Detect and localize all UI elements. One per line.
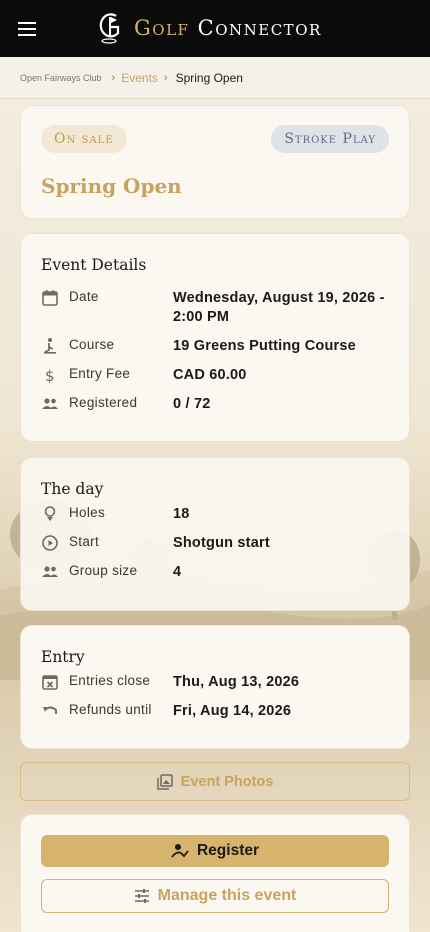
detail-label: Entries close	[69, 673, 151, 688]
detail-value: Shotgun start	[173, 535, 270, 551]
brand-golf-text: Golf	[134, 16, 190, 40]
detail-label: Holes	[69, 505, 106, 520]
detail-row-holes: Holes 18	[41, 505, 391, 523]
detail-row-start: Start Shotgun start	[41, 534, 391, 552]
event-photos-label: Event Photos	[180, 773, 274, 790]
detail-value: 19 Greens Putting Course	[173, 338, 356, 354]
person-check-icon	[171, 844, 189, 858]
section-title-details: Event Details	[41, 256, 147, 274]
register-button[interactable]: Register	[41, 835, 389, 867]
detail-label: Course	[69, 337, 115, 352]
event-photos-button[interactable]: Event Photos	[20, 762, 410, 801]
manage-event-button[interactable]: Manage this event	[41, 879, 389, 913]
detail-label: Date	[69, 289, 99, 304]
detail-row-course: Course 19 Greens Putting Course	[41, 337, 391, 355]
play-circle-icon	[41, 534, 59, 552]
breadcrumb-club[interactable]: Open Fairways Club	[20, 73, 102, 83]
breadcrumb-current: Spring Open	[175, 70, 243, 85]
detail-value: Wednesday, August 19, 2026 - 2:00 PM	[173, 290, 385, 325]
detail-row-date: Date Wednesday, August 19, 2026 - 2:00 P…	[41, 289, 391, 325]
detail-value: 4	[173, 564, 182, 580]
detail-row-group-size: Group size 4	[41, 563, 391, 581]
section-title-entry: Entry	[41, 648, 85, 666]
breadcrumb-events[interactable]: Events	[121, 71, 158, 85]
actions-card: Register Manage this event	[20, 814, 410, 932]
detail-label: Registered	[69, 395, 138, 410]
detail-label: Entry Fee	[69, 366, 131, 381]
format-badge: Stroke Play	[271, 125, 389, 153]
detail-label: Start	[69, 534, 100, 549]
detail-label: Refunds until	[69, 702, 152, 717]
sliders-icon	[134, 889, 149, 903]
menu-button[interactable]	[0, 0, 56, 57]
golf-ball-tee-icon	[41, 505, 59, 523]
group-icon	[41, 395, 59, 413]
brand[interactable]: Golf Connector	[96, 11, 322, 45]
calendar-x-icon	[41, 673, 59, 691]
detail-row-fee: $ Entry Fee CAD 60.00	[41, 366, 391, 385]
breadcrumb-separator: ›	[111, 71, 116, 84]
entry-card: Entry Entries close Thu, Aug 13, 2026 Re…	[20, 625, 410, 749]
breadcrumb-separator: ›	[163, 71, 168, 84]
brand-logo-icon	[99, 13, 120, 44]
group-icon	[41, 563, 59, 581]
calendar-icon	[41, 289, 59, 307]
menu-icon	[18, 21, 36, 36]
detail-row-entries-close: Entries close Thu, Aug 13, 2026	[41, 673, 391, 691]
page-title: Spring Open	[41, 174, 182, 198]
detail-value: Fri, Aug 14, 2026	[173, 703, 292, 719]
svg-text:$: $	[45, 367, 55, 384]
detail-row-registered: Registered 0 / 72	[41, 395, 391, 413]
breadcrumb: Open Fairways Club › Events › Spring Ope…	[0, 57, 430, 99]
detail-row-refunds: Refunds until Fri, Aug 14, 2026	[41, 702, 391, 720]
brand-name: Golf Connector	[134, 16, 322, 40]
photo-library-icon	[156, 773, 173, 790]
detail-value: CAD 60.00	[173, 367, 247, 383]
top-app-bar: Golf Connector	[0, 0, 430, 57]
golfer-icon	[41, 337, 59, 355]
event-details-card: Event Details Date Wednesday, August 19,…	[20, 233, 410, 442]
the-day-card: The day Holes 18 Start Shotgun start Gro…	[20, 457, 410, 611]
dollar-icon: $	[41, 366, 59, 385]
event-header-card: On sale Stroke Play Spring Open	[20, 105, 410, 219]
undo-icon	[41, 702, 59, 720]
section-title-day: The day	[41, 480, 104, 498]
register-label: Register	[196, 842, 260, 859]
detail-value: Thu, Aug 13, 2026	[173, 674, 300, 690]
manage-event-label: Manage this event	[157, 887, 297, 904]
detail-value: 0 / 72	[173, 396, 211, 412]
detail-value: 18	[173, 506, 190, 522]
detail-label: Group size	[69, 563, 138, 578]
status-badge: On sale	[41, 125, 127, 153]
brand-connector-text: Connector	[197, 16, 322, 40]
